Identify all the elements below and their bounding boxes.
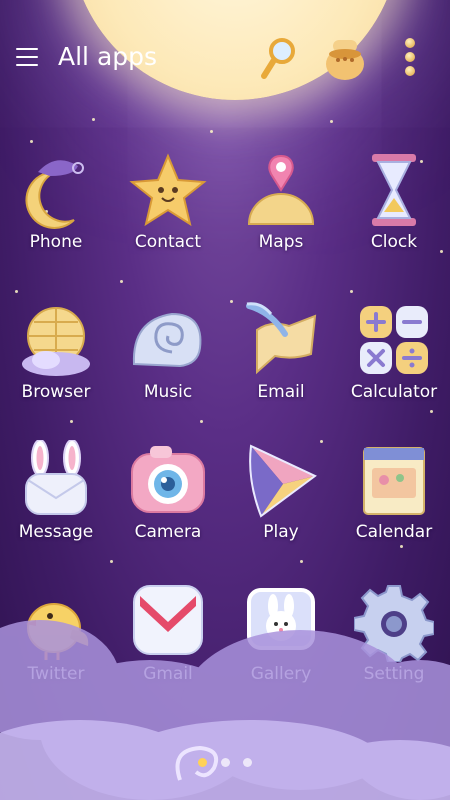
bunny-gallery-icon: [247, 588, 315, 650]
maps-pin-icon: [247, 154, 315, 225]
gmail-icon: [133, 585, 203, 655]
moon-phone-icon: [25, 160, 84, 229]
app-calculator[interactable]: Calculator: [338, 300, 450, 420]
app-gallery[interactable]: Gallery: [225, 582, 337, 702]
page-dot[interactable]: [220, 758, 230, 767]
app-setting[interactable]: Setting: [338, 582, 450, 702]
app-email[interactable]: Email: [225, 300, 337, 420]
app-phone[interactable]: Phone: [0, 150, 112, 270]
shell-music-icon: [132, 312, 202, 368]
chick-twitter-icon: [26, 603, 89, 660]
app-contact[interactable]: Contact: [112, 150, 224, 270]
app-play[interactable]: Play: [225, 440, 337, 560]
app-label: Setting: [363, 664, 425, 684]
calculator-icon: [360, 306, 428, 374]
app-music[interactable]: Music: [112, 300, 224, 420]
app-browser[interactable]: Browser: [0, 300, 112, 420]
app-maps[interactable]: Maps: [225, 150, 337, 270]
app-clock[interactable]: Clock: [338, 150, 450, 270]
scroll-email-icon: [246, 302, 317, 375]
app-camera[interactable]: Camera: [112, 440, 224, 560]
page-indicator: [0, 752, 450, 771]
calendar-icon: [363, 447, 425, 515]
app-gmail[interactable]: Gmail: [112, 582, 224, 702]
app-message[interactable]: Message: [0, 440, 112, 560]
app-label: Calculator: [350, 382, 438, 402]
more-vertical-icon[interactable]: [402, 38, 418, 80]
honey-pot-icon[interactable]: [320, 32, 370, 82]
gear-setting-icon: [354, 585, 434, 662]
page-dot-active[interactable]: [198, 758, 208, 767]
bunny-message-icon: [25, 440, 87, 515]
page-title: All apps: [58, 42, 158, 71]
app-label: Clock: [370, 232, 418, 252]
app-calendar[interactable]: Calendar: [338, 440, 450, 560]
magnifier-icon[interactable]: [258, 36, 298, 82]
play-store-icon: [249, 444, 317, 518]
globe-browser-icon: [22, 307, 90, 376]
page-dot[interactable]: [242, 758, 252, 767]
hourglass-clock-icon: [372, 154, 416, 226]
menu-icon[interactable]: [16, 48, 38, 68]
app-twitter[interactable]: Twitter: [0, 582, 112, 702]
top-bar: All apps: [0, 30, 450, 90]
camera-icon: [131, 446, 205, 513]
star-contact-icon: [129, 153, 207, 227]
app-label: Calendar: [355, 522, 433, 542]
